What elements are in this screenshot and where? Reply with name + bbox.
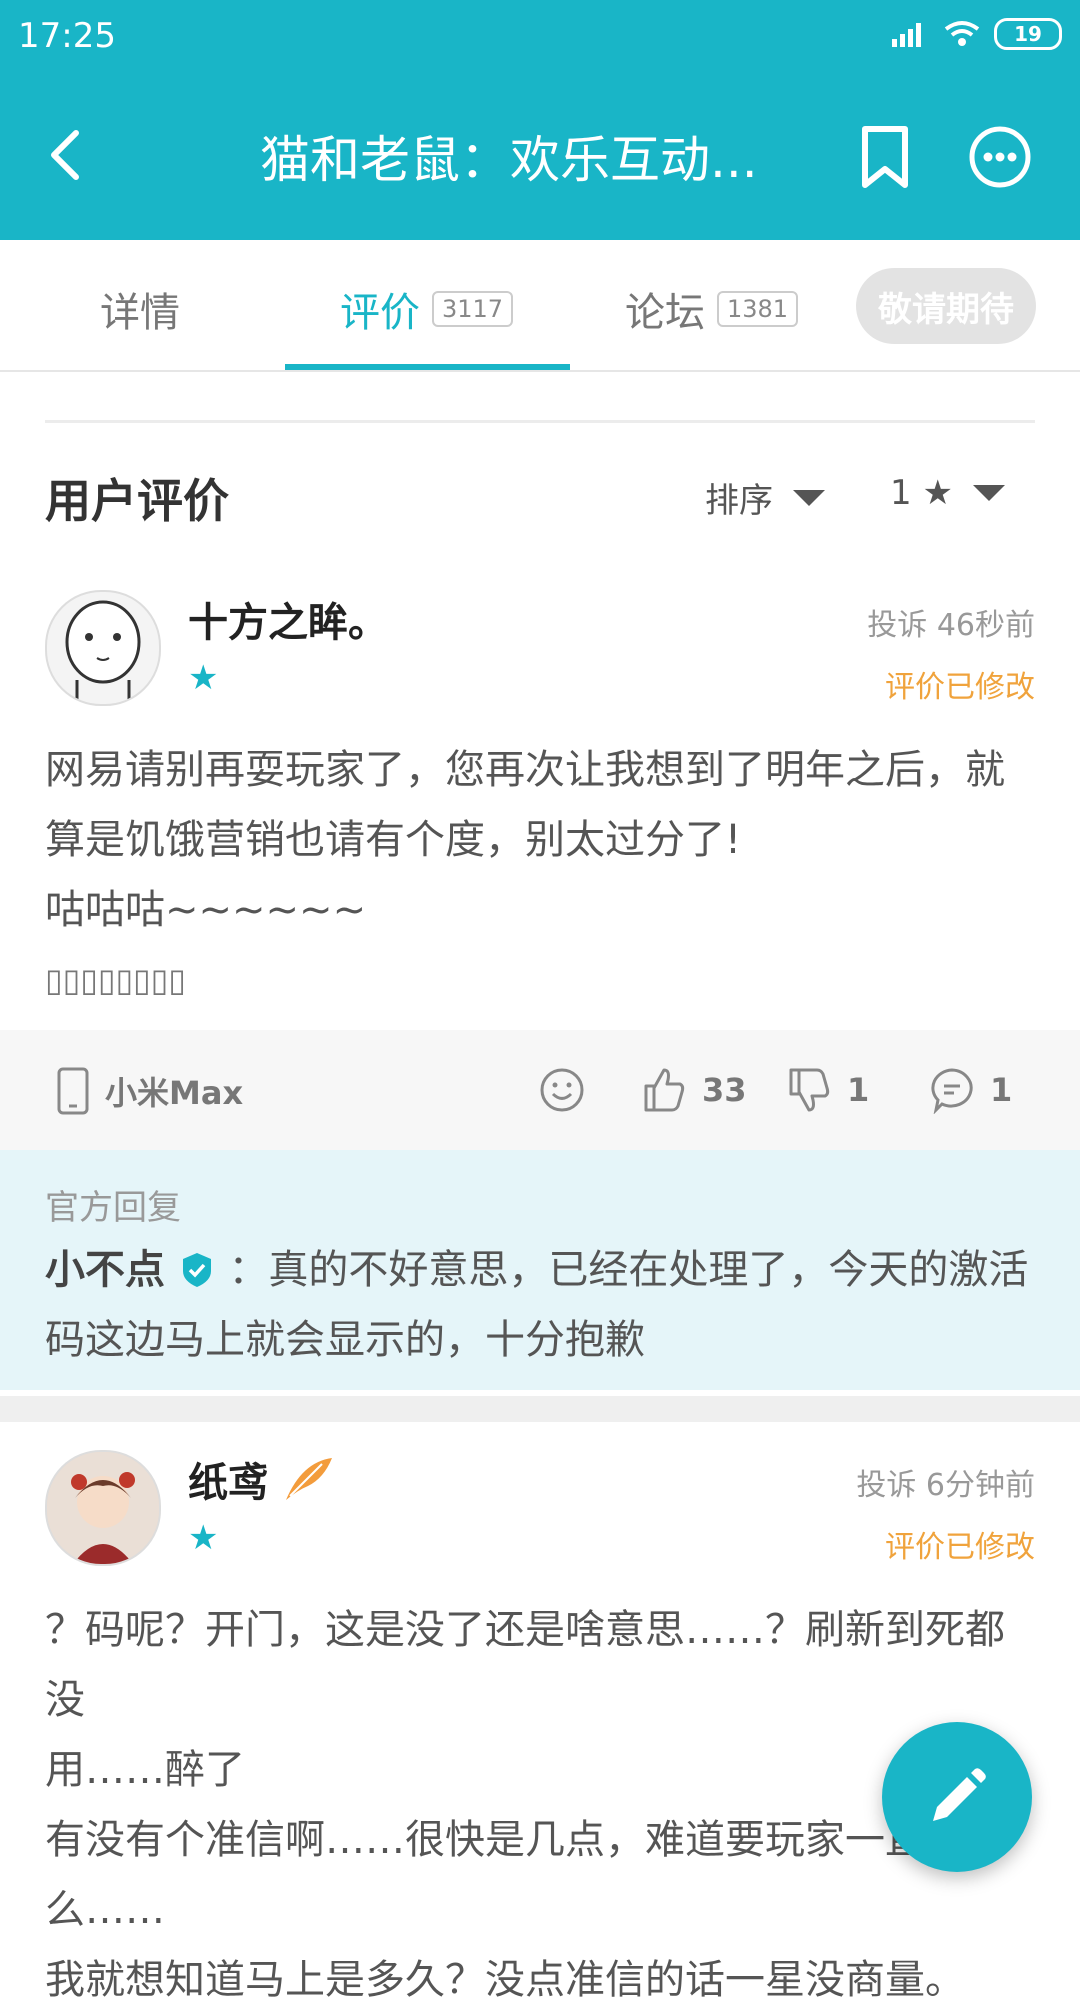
tab-reviews-label: 评价	[340, 290, 420, 336]
official-reply-label: 官方回复	[45, 1188, 181, 1228]
modified-badge: 评价已修改	[885, 670, 1035, 705]
section-title: 用户评价	[45, 474, 229, 528]
username[interactable]: 十方之眸。	[188, 590, 388, 648]
rating-filter-dropdown[interactable]: 1 ★	[890, 473, 1005, 513]
app-bar: 猫和老鼠：欢乐互动...	[0, 75, 1080, 240]
official-reply: 官方回复 小不点 ：真的不好意思，已经在处理了，今天的激活码这边马上就会显示的，…	[0, 1150, 1080, 1390]
report-link[interactable]: 投诉	[867, 608, 927, 643]
bookmark-button[interactable]	[855, 125, 915, 189]
status-icons: 19	[890, 18, 1062, 50]
wifi-icon	[944, 21, 980, 46]
back-arrow-icon	[51, 130, 79, 180]
tab-details-label: 详情	[100, 290, 180, 336]
device-info: 小米Max	[55, 1066, 243, 1116]
emoji-icon	[540, 1068, 584, 1112]
review-footer: 小米Max 33 1 1	[0, 1030, 1080, 1150]
phone-icon	[57, 1067, 89, 1115]
official-reply-text: 小不点 ：真的不好意思，已经在处理了，今天的激活码这边马上就会显示的，十分抱歉	[45, 1235, 1040, 1375]
status-time: 17:25	[18, 16, 116, 56]
username-text: 纸鸢	[188, 1460, 268, 1506]
feather-badge-icon	[285, 1458, 332, 1500]
tab-forum-label: 论坛	[625, 290, 705, 336]
status-bar: 17:25 19	[0, 0, 1080, 75]
verified-badge-icon	[182, 1253, 211, 1287]
tab-forum-count: 1381	[717, 291, 799, 327]
modified-badge: 评价已修改	[885, 1530, 1035, 1565]
comment-count: 1	[990, 1071, 1013, 1109]
battery-indicator: 19	[994, 18, 1062, 50]
review-meta: 投诉 46秒前	[867, 600, 1035, 644]
review-meta: 投诉 6分钟前	[856, 1460, 1035, 1504]
report-link[interactable]: 投诉	[856, 1468, 916, 1503]
chevron-down-icon	[972, 485, 1005, 501]
active-tab-indicator	[285, 364, 570, 370]
official-name[interactable]: 小不点	[45, 1247, 165, 1293]
review-line: ▯▯▯▯▯▯▯▯	[45, 961, 186, 999]
more-button[interactable]	[968, 125, 1032, 189]
like-count: 33	[702, 1071, 747, 1109]
sort-label: 排序	[705, 481, 773, 521]
like-button[interactable]: 33	[640, 1066, 747, 1114]
review-time: 46秒前	[936, 608, 1035, 643]
tab-bar: 详情 评价 3117 论坛 1381 敬请期待	[0, 240, 1080, 372]
rating-filter-label: 1 ★	[890, 473, 953, 513]
review-time: 6分钟前	[925, 1468, 1035, 1503]
dislike-button[interactable]: 1	[785, 1066, 869, 1114]
more-options-icon	[969, 126, 1031, 188]
page-title: 猫和老鼠：欢乐互动...	[260, 131, 758, 189]
coming-soon-button[interactable]: 敬请期待	[856, 268, 1036, 344]
tab-reviews[interactable]: 评价 3117	[340, 280, 514, 338]
review-separator	[0, 1396, 1080, 1422]
review-line: 咕咕咕~~~~~~	[45, 887, 367, 933]
device-name: 小米Max	[105, 1074, 244, 1112]
divider	[45, 420, 1035, 423]
reviews-header: 用户评价 排序 1 ★	[45, 465, 1035, 528]
avatar[interactable]	[45, 1450, 161, 1566]
tab-forum[interactable]: 论坛 1381	[625, 280, 799, 338]
pencil-icon	[933, 1768, 986, 1821]
sort-dropdown[interactable]: 排序	[705, 473, 825, 522]
thumbs-down-icon	[789, 1068, 830, 1112]
avatar[interactable]	[45, 590, 161, 706]
bookmark-icon	[862, 126, 908, 188]
star-rating-icon: ★	[188, 658, 219, 698]
avatar-face-icon	[65, 600, 141, 700]
emoji-button[interactable]	[538, 1066, 586, 1114]
star-rating-icon: ★	[188, 1518, 219, 1558]
thumbs-up-icon	[644, 1068, 685, 1112]
review-line: 算是饥饿营销也请有个度，别太过分了!	[45, 817, 742, 863]
comment-button[interactable]: 1	[928, 1066, 1012, 1114]
signal-icon	[892, 23, 921, 47]
avatar-character-icon	[47, 1452, 159, 1564]
dislike-count: 1	[847, 1071, 870, 1109]
write-review-button[interactable]	[882, 1722, 1032, 1872]
review-line: 我就想知道马上是多久？没点准信的话一星没商量。	[45, 1957, 965, 2003]
back-button[interactable]	[40, 125, 90, 185]
tab-reviews-count: 3117	[432, 291, 514, 327]
tab-details[interactable]: 详情	[100, 280, 180, 338]
comment-icon	[931, 1068, 973, 1114]
chevron-down-icon	[793, 489, 825, 506]
review-body[interactable]: 网易请别再耍玩家了，您再次让我想到了明年之后，就 算是饥饿营销也请有个度，别太过…	[45, 735, 1040, 1015]
review-line: 么……	[45, 1887, 165, 1933]
review-line: ？码呢？开门，这是没了还是啥意思……？刷新到死都没	[45, 1607, 1005, 1723]
review-line: 网易请别再耍玩家了，您再次让我想到了明年之后，就	[45, 747, 1005, 793]
username[interactable]: 纸鸢	[188, 1450, 334, 1508]
